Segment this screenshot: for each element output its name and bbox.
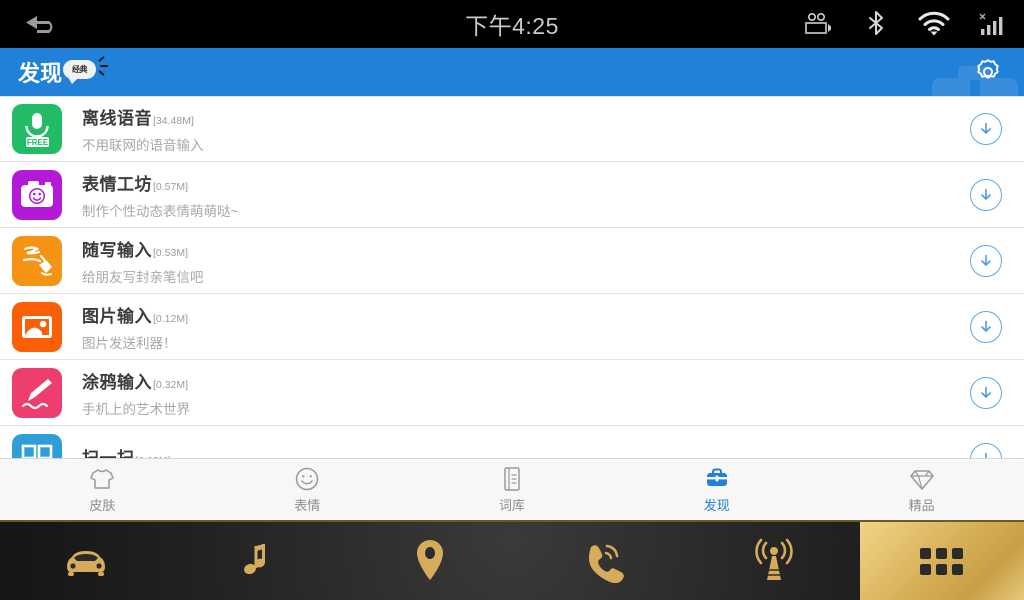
list-item-title: 涂鸦输入 [82,372,152,392]
list-item-text: 离线语音 [34.48M] 不用联网的语音输入 [82,104,970,154]
tshirt-icon [89,466,115,492]
list-item-text: 表情工坊 [0.57M] 制作个性动态表情萌萌哒~ [82,170,970,220]
bottom-tab-bar: 皮肤 表情 词库 发现 精品 [0,458,1024,520]
microphone-free-icon: FREE [12,104,62,154]
list-item-title: 表情工坊 [82,174,152,194]
svg-text:FREE: FREE [27,138,49,147]
car-icon [59,541,113,581]
list-item-desc: 制作个性动态表情萌萌哒~ [82,203,239,219]
smiley-icon [294,466,320,492]
list-item[interactable]: 随写输入 [0.53M] 给朋友写封亲笔信吧 [0,228,1024,294]
bluetooth-icon [858,9,894,39]
list-item-desc: 不用联网的语音输入 [82,138,204,153]
location-pin-icon [412,538,448,584]
list-item-size: [34.48M] [153,115,194,127]
download-button[interactable] [970,244,1002,277]
status-bar: 下午4:25 [0,0,1024,48]
download-button[interactable] [970,178,1002,211]
list-item-text: 图片输入 [0.12M] 图片发送利器！ [82,302,970,352]
camera-smiley-icon [12,169,62,220]
list-item-title: 离线语音 [82,109,152,128]
briefcase-icon [704,466,730,492]
badge-spark-icon [98,55,105,63]
list-item-size: [0.12M] [153,312,189,325]
tab-label: 皮肤 [89,497,116,513]
list-item-desc: 给朋友写封亲笔信吧 [82,269,204,285]
discover-list[interactable]: FREE 离线语音 [34.48M] 不用联网的语音输入 表情工坊 [0.57M… [0,96,1024,458]
app-header: 发现 经典 [0,48,1024,96]
list-item[interactable]: 表情工坊 [0.57M] 制作个性动态表情萌萌哒~ [0,162,1024,228]
wifi-icon [916,9,952,39]
phone-icon [579,539,625,583]
paintbrush-icon [12,367,62,418]
badge-spark-icon [98,69,105,77]
download-button[interactable] [970,310,1002,343]
photo-icon [12,301,62,352]
list-item-title: 图片输入 [82,306,152,326]
list-item-title: 扫一扫 [82,448,135,459]
signal-bars-icon [974,9,1010,39]
list-item[interactable]: 涂鸦输入 [0.32M] 手机上的艺术世界 [0,360,1024,426]
list-item-text: 涂鸦输入 [0.32M] 手机上的艺术世界 [82,368,970,418]
tab-dictionary[interactable]: 词库 [410,459,615,520]
tab-label: 发现 [703,497,730,513]
dock-music-button[interactable] [172,522,344,600]
diamond-icon [909,466,935,492]
list-item-text: 随写输入 [0.53M] 给朋友写封亲笔信吧 [82,236,970,286]
dock-apps-button[interactable] [860,522,1024,600]
download-button[interactable] [970,113,1002,145]
download-button[interactable] [970,376,1002,409]
tab-label: 精品 [908,497,935,513]
list-item-title: 随写输入 [82,240,152,260]
list-item-size: [0.53M] [153,246,189,259]
radio-tower-icon [754,538,794,584]
page-title: 发现 [18,61,63,86]
gear-icon [973,57,1003,87]
tab-label: 表情 [294,497,321,513]
tab-emoji[interactable]: 表情 [205,459,410,520]
apps-grid-icon [914,542,970,580]
device-screen: 下午4:25 发现 经典 FREE 离线语音 [34.48M] 不用联网的语音输… [0,0,1024,600]
list-item-desc: 手机上的艺术世界 [82,401,190,417]
tab-premium[interactable]: 精品 [819,459,1024,520]
system-dock [0,520,1024,600]
tab-skin[interactable]: 皮肤 [0,459,205,520]
list-item-size: [0.32M] [153,378,189,391]
list-item[interactable]: FREE 离线语音 [34.48M] 不用联网的语音输入 [0,96,1024,162]
settings-button[interactable] [966,48,1010,96]
classic-badge: 经典 [63,55,109,84]
list-item[interactable]: 图片输入 [0.12M] 图片发送利器！ [0,294,1024,360]
dock-navigation-button[interactable] [344,522,516,600]
tab-discover[interactable]: 发现 [614,459,819,520]
document-icon [501,466,523,492]
badge-spark-icon [100,65,109,67]
classic-badge-label: 经典 [63,60,97,84]
handwriting-icon [12,235,62,286]
list-item-text: 扫一扫 [0.19M] [82,444,970,459]
dock-car-button[interactable] [0,522,172,600]
list-item-size: [0.57M] [153,180,189,193]
projector-icon [800,9,836,39]
page-title-group: 发现 经典 [18,48,109,96]
list-item-desc: 图片发送利器！ [82,335,177,351]
qrcode-icon [12,433,62,458]
music-note-icon [236,539,280,583]
tab-label: 词库 [498,497,525,513]
download-button[interactable] [970,442,1002,458]
list-item[interactable]: 扫一扫 [0.19M] [0,426,1024,458]
status-icon-group [800,0,1010,48]
dock-phone-button[interactable] [516,522,688,600]
dock-radio-button[interactable] [688,522,860,600]
